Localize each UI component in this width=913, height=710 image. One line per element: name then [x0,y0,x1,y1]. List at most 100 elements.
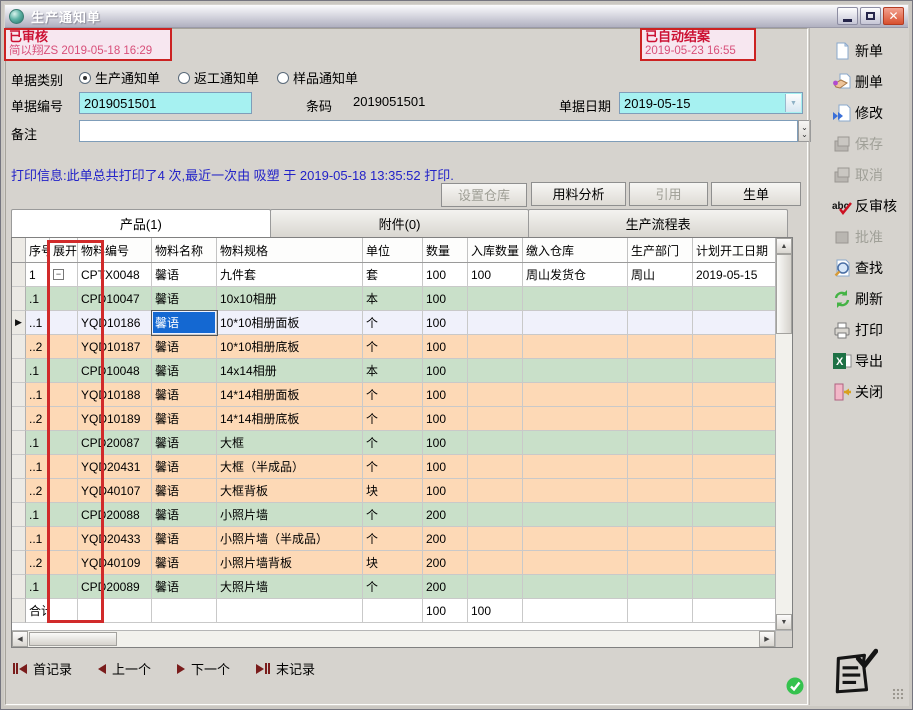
table-cell[interactable] [50,455,78,479]
column-header[interactable]: 缴入仓库 [523,238,628,262]
minimize-button[interactable] [837,7,858,25]
sidebar-button-10[interactable]: 打印 [832,319,883,341]
table-cell[interactable] [628,575,693,599]
table-cell[interactable] [628,335,693,359]
table-cell[interactable] [468,359,523,383]
next-record-button[interactable]: 下一个 [177,659,230,678]
table-cell[interactable]: 100 [423,263,468,287]
table-cell[interactable]: .1 [26,287,50,311]
table-cell[interactable]: 本 [363,359,423,383]
column-header[interactable]: 数量 [423,238,468,262]
table-cell[interactable] [628,359,693,383]
table-cell[interactable] [628,527,693,551]
table-cell[interactable]: 个 [363,311,423,335]
table-cell[interactable] [152,599,217,623]
horizontal-scroll-thumb[interactable] [29,632,117,646]
table-cell[interactable]: 100 [423,287,468,311]
titlebar[interactable]: 生产通知单 ✕ [5,5,908,28]
doc-type-radio-3[interactable]: 样品通知单 [277,68,358,87]
table-cell[interactable]: 周山 [628,263,693,287]
table-cell[interactable]: 块 [363,551,423,575]
table-cell[interactable]: 个 [363,407,423,431]
table-cell[interactable] [628,479,693,503]
row-selector[interactable] [12,455,26,479]
table-cell[interactable]: ..1 [26,527,50,551]
table-cell[interactable]: 个 [363,383,423,407]
table-cell[interactable]: 馨语 [152,455,217,479]
row-selector[interactable] [12,431,26,455]
table-cell[interactable]: YQD20431 [78,455,152,479]
collapse-toggle-icon[interactable]: − [53,269,64,280]
table-cell[interactable]: .1 [26,503,50,527]
table-cell[interactable]: YQD10187 [78,335,152,359]
doc-type-radio-2[interactable]: 返工通知单 [178,68,259,87]
table-cell[interactable]: 2019-05-15 [693,263,775,287]
table-cell[interactable] [50,551,78,575]
table-cell[interactable]: 100 [423,383,468,407]
table-cell[interactable]: 100 [423,479,468,503]
column-header[interactable]: 生产部门 [628,238,693,262]
table-cell[interactable]: 周山发货仓 [523,263,628,287]
table-cell[interactable]: 100 [423,359,468,383]
table-cell[interactable] [628,455,693,479]
table-cell[interactable]: 大框背板 [217,479,363,503]
table-cell[interactable] [50,527,78,551]
table-cell[interactable]: 小照片墙 [217,503,363,527]
table-cell[interactable] [523,527,628,551]
table-cell[interactable]: CPD20087 [78,431,152,455]
scroll-right-icon[interactable]: ▶ [759,631,775,647]
table-cell[interactable]: 馨语 [152,383,217,407]
table-cell[interactable] [50,407,78,431]
table-cell[interactable]: 个 [363,455,423,479]
table-cell[interactable]: 大框（半成品） [217,455,363,479]
row-selector[interactable] [12,599,26,623]
table-cell[interactable] [523,287,628,311]
sidebar-button-11[interactable]: X导出 [832,350,883,372]
table-cell[interactable] [50,287,78,311]
table-cell[interactable] [217,599,363,623]
table-cell[interactable]: CPD10048 [78,359,152,383]
table-cell[interactable]: YQD10189 [78,407,152,431]
table-cell[interactable]: 100 [423,407,468,431]
table-cell[interactable]: CPD20089 [78,575,152,599]
table-cell[interactable] [693,599,775,623]
table-cell[interactable]: 100 [423,431,468,455]
table-cell[interactable] [50,359,78,383]
table-cell[interactable]: 馨语 [152,263,217,287]
table-cell[interactable] [50,431,78,455]
chevron-down-icon[interactable]: ▼ [785,94,801,112]
table-cell[interactable] [628,503,693,527]
table-cell[interactable] [628,311,693,335]
tab-1[interactable]: 产品(1) [11,209,271,237]
table-cell[interactable]: .1 [26,359,50,383]
table-cell[interactable]: − [50,263,78,287]
table-cell[interactable] [468,503,523,527]
scroll-down-icon[interactable]: ▼ [776,614,792,630]
table-cell[interactable] [693,431,775,455]
tab-3[interactable]: 生产流程表 [528,209,788,237]
table-cell[interactable] [363,599,423,623]
table-cell[interactable] [628,407,693,431]
column-header[interactable]: 计划开工日期 [693,238,775,262]
table-cell[interactable] [523,359,628,383]
table-cell[interactable] [468,335,523,359]
first-record-button[interactable]: 首记录 [13,659,72,678]
table-cell[interactable]: 大照片墙 [217,575,363,599]
column-header[interactable]: 展开 [50,238,78,262]
column-header[interactable]: 入库数量 [468,238,523,262]
table-cell[interactable] [523,575,628,599]
table-cell[interactable] [468,575,523,599]
table-cell[interactable] [628,599,693,623]
table-cell[interactable] [50,599,78,623]
sidebar-button-9[interactable]: 刷新 [832,288,883,310]
scroll-up-icon[interactable]: ▲ [776,238,792,254]
maximize-button[interactable] [860,7,881,25]
column-header[interactable]: 单位 [363,238,423,262]
table-cell[interactable]: ..2 [26,479,50,503]
table-cell[interactable]: 馨语 [152,575,217,599]
remarks-input[interactable] [79,120,798,142]
row-selector[interactable] [12,263,26,287]
table-cell[interactable] [523,551,628,575]
table-cell[interactable]: 馨语 [152,503,217,527]
table-cell[interactable] [468,551,523,575]
